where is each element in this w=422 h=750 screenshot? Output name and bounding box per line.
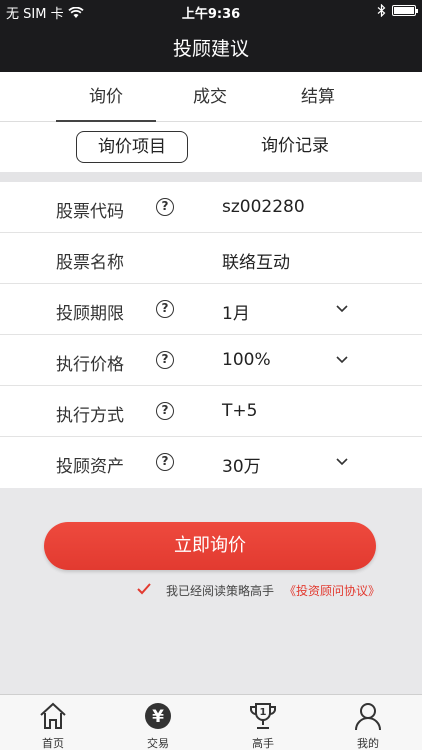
form-row-assets[interactable]: 投顾资产 ? 30万 <box>0 437 422 488</box>
help-icon[interactable]: ? <box>156 300 174 318</box>
tabbar-label: 交易 <box>147 737 169 750</box>
tabbar-item-me[interactable]: 我的 <box>315 695 421 750</box>
tabbar-item-experts[interactable]: 1 高手 <box>210 695 316 750</box>
tabbar-item-home[interactable]: 首页 <box>0 695 106 750</box>
top-tabs: 询价 成交 结算 <box>0 72 422 122</box>
form-row-execution-method: 执行方式 ? T+5 <box>0 386 422 437</box>
inquiry-form: 股票代码 ? sz002280 股票名称 联络互动 投顾期限 ? 1月 执行价格… <box>0 182 422 488</box>
tabbar-label: 首页 <box>42 737 64 750</box>
stock-name-value: 联络互动 <box>222 253 290 273</box>
execution-method-value: T+5 <box>222 401 258 421</box>
tabbar-item-trade[interactable]: ¥ 交易 <box>105 695 211 750</box>
page-title: 投顾建议 <box>172 37 249 60</box>
chevron-down-icon[interactable] <box>334 302 350 316</box>
tabbar-label: 高手 <box>252 737 274 750</box>
strike-price-value[interactable]: 100% <box>222 350 271 370</box>
row-label: 执行方式 <box>56 406 124 426</box>
nav-bar: 投顾建议 <box>0 22 422 72</box>
tab-inquiry[interactable]: 询价 <box>56 72 156 122</box>
chevron-down-icon[interactable] <box>334 455 350 469</box>
subtab-inquiry-items[interactable]: 询价项目 <box>76 131 188 163</box>
status-bar: 无 SIM 卡 上午9:36 <box>0 0 422 22</box>
form-row-stock-code[interactable]: 股票代码 ? sz002280 <box>0 182 422 233</box>
battery-icon <box>392 5 418 16</box>
row-label: 股票代码 <box>56 202 124 222</box>
help-icon[interactable]: ? <box>156 351 174 369</box>
tabbar-label: 我的 <box>357 737 379 750</box>
yen-icon: ¥ <box>145 703 171 729</box>
section-divider <box>0 172 422 182</box>
tab-settlement[interactable]: 结算 <box>268 72 368 122</box>
bluetooth-icon <box>377 4 386 17</box>
form-row-stock-name: 股票名称 联络互动 <box>0 233 422 284</box>
stock-code-value[interactable]: sz002280 <box>222 197 305 217</box>
trophy-glyph: 1 <box>260 707 267 718</box>
tab-deal[interactable]: 成交 <box>160 72 260 122</box>
term-value[interactable]: 1月 <box>222 299 250 324</box>
status-time: 上午9:36 <box>181 7 241 22</box>
form-row-term[interactable]: 投顾期限 ? 1月 <box>0 284 422 335</box>
agreement-link[interactable]: 《投资顾问协议》 <box>284 582 380 599</box>
agreement-row: 我已经阅读策略高手 《投资顾问协议》 <box>0 580 422 600</box>
battery-fill <box>394 7 414 14</box>
user-icon <box>355 703 381 731</box>
trophy-icon: 1 <box>250 703 276 729</box>
row-label: 执行价格 <box>56 355 124 375</box>
help-icon[interactable]: ? <box>156 402 174 420</box>
status-right <box>377 4 418 17</box>
row-label: 股票名称 <box>56 253 124 273</box>
chevron-down-icon[interactable] <box>334 353 350 367</box>
form-row-strike-price[interactable]: 执行价格 ? 100% <box>0 335 422 386</box>
subtab-inquiry-records[interactable]: 询价记录 <box>240 131 350 163</box>
bottom-tabbar: 首页 ¥ 交易 1 高手 我的 <box>0 694 422 750</box>
home-icon <box>40 702 66 729</box>
row-label: 投顾期限 <box>56 304 124 324</box>
row-label: 投顾资产 <box>56 457 124 477</box>
agreement-text: 我已经阅读策略高手 <box>166 584 275 598</box>
assets-value[interactable]: 30万 <box>222 452 261 477</box>
inquire-now-button[interactable]: 立即询价 <box>44 522 376 570</box>
help-icon[interactable]: ? <box>156 198 174 216</box>
sub-tabs: 询价项目 询价记录 <box>0 122 422 172</box>
checkmark-icon[interactable] <box>136 582 152 596</box>
yen-glyph: ¥ <box>152 707 164 727</box>
help-icon[interactable]: ? <box>156 453 174 471</box>
